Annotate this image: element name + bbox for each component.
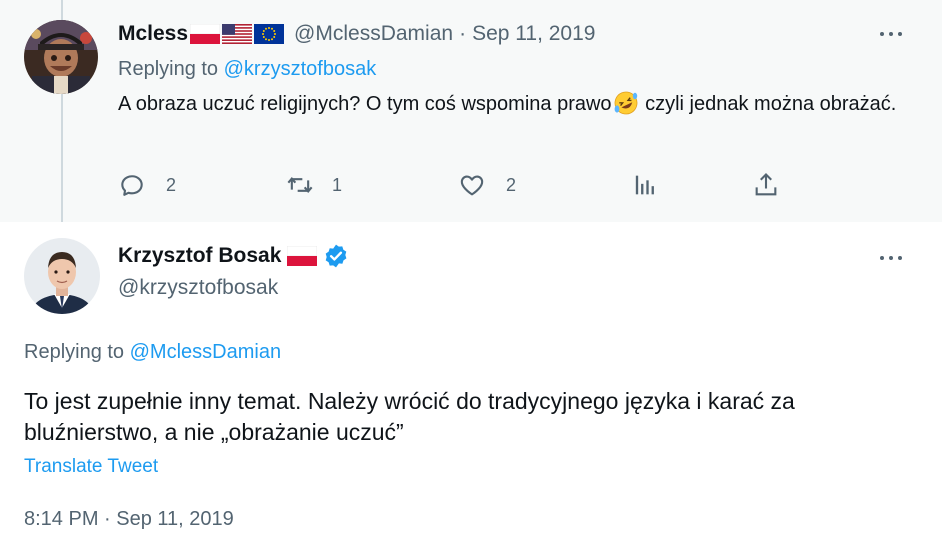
translate-tweet-link[interactable]: Translate Tweet: [24, 456, 158, 478]
reply-icon: [121, 175, 143, 196]
more-options-icon[interactable]: [877, 248, 905, 268]
tweet-date[interactable]: Sep 11, 2019: [472, 22, 595, 46]
replying-prefix: Replying to: [24, 341, 130, 363]
analytics-icon: [635, 175, 654, 195]
display-name[interactable]: Krzysztof Bosak: [118, 244, 281, 268]
replying-mention-link[interactable]: @krzysztofbosak: [224, 58, 377, 80]
reply-count: 2: [166, 174, 177, 195]
avatar[interactable]: [24, 20, 98, 94]
reply-text-part-2: czyli jednak można obrażać.: [639, 93, 897, 115]
more-options-icon[interactable]: [877, 24, 905, 44]
rolling-laughing-emoji-icon: [614, 91, 637, 115]
replying-to: Replying to @MclessDamian: [24, 341, 281, 364]
handle[interactable]: @krzysztofbosak: [118, 276, 278, 300]
display-name[interactable]: Mcless: [118, 22, 188, 46]
main-tweet-header: Krzysztof Bosak: [118, 241, 349, 271]
poland-flag-icon: [190, 24, 221, 44]
eu-flag-icon: [254, 24, 285, 44]
heart-icon: [460, 175, 484, 196]
replying-prefix: Replying to: [118, 58, 224, 80]
tweet-actions: 2 1 2: [118, 168, 798, 202]
like-button[interactable]: 2: [458, 168, 516, 202]
poland-flag-icon: [287, 246, 318, 266]
share-icon: [755, 173, 777, 196]
share-button[interactable]: [752, 168, 780, 202]
reply-text: A obraza uczuć religijnych? O tym coś ws…: [118, 88, 918, 120]
like-count: 2: [506, 174, 517, 195]
tweet-text: To jest zupełnie inny temat. Należy wróc…: [24, 388, 795, 445]
avatar[interactable]: [24, 238, 100, 314]
retweet-icon: [287, 176, 313, 194]
retweet-count: 1: [332, 174, 343, 195]
handle[interactable]: @MclessDamian: [294, 22, 453, 46]
reply-header: Mcless @MclessDamian · Sep 11, 2019: [118, 21, 595, 47]
usa-flag-icon: [222, 24, 253, 44]
separator: ·: [459, 22, 467, 45]
retweet-button[interactable]: 1: [286, 168, 342, 202]
reply-text-part-1: A obraza uczuć religijnych? O tym coś ws…: [118, 93, 612, 115]
view-analytics-button[interactable]: [630, 168, 658, 202]
tweet-timestamp[interactable]: 8:14 PM · Sep 11, 2019: [24, 508, 234, 531]
replying-to: Replying to @krzysztofbosak: [118, 58, 376, 81]
verified-badge-icon[interactable]: [323, 243, 349, 269]
reply-button[interactable]: 2: [118, 168, 176, 202]
replying-mention-link[interactable]: @MclessDamian: [130, 341, 281, 363]
reply-tweet[interactable]: Mcless @MclessDamian · Sep 11, 2019 Repl…: [0, 0, 942, 222]
